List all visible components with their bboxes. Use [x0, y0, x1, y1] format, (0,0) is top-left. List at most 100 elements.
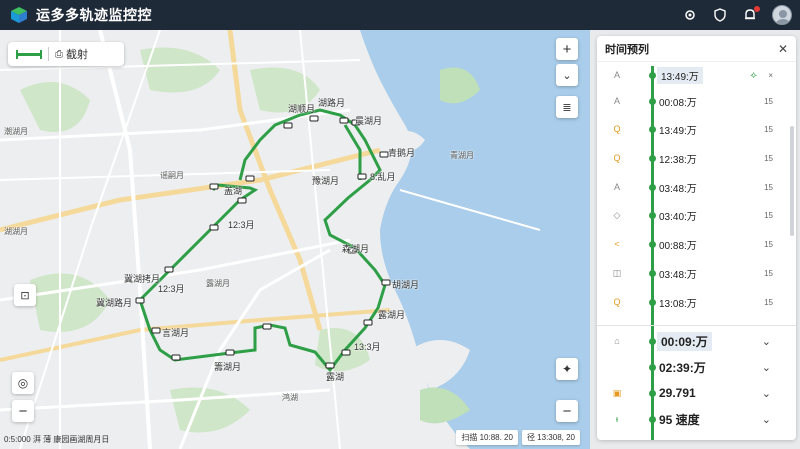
map-tool-button[interactable]: ⊡: [14, 284, 36, 306]
map-label: 胡湖月: [392, 280, 420, 290]
layers-button[interactable]: ≣: [556, 96, 578, 118]
layers-icon: ≣: [562, 101, 572, 114]
detail-row[interactable]: ▣ 29.791 ⌄: [597, 380, 787, 406]
event-icon: A: [613, 70, 620, 80]
map-label: 言湖月: [162, 328, 190, 338]
chevron-down-icon[interactable]: ⌄: [762, 335, 771, 348]
map-label: 谣嗣月: [160, 171, 184, 180]
event-time: 00:88:万: [659, 240, 697, 252]
map-label: 8:乱月: [370, 172, 396, 182]
settings-icon[interactable]: [682, 7, 698, 23]
detail-value: 02:39:万: [659, 360, 706, 375]
map-label: 晨湖月: [355, 116, 383, 126]
event-time: 12:38:万: [659, 154, 697, 166]
event-count: 15: [764, 96, 773, 106]
map-label: 湖路月: [318, 98, 346, 108]
event-count: 15: [764, 182, 773, 192]
app-logo-icon: [11, 7, 27, 23]
chevron-down-icon[interactable]: ⌄: [762, 387, 771, 400]
panel-scrollbar[interactable]: [790, 126, 794, 236]
compass-icon: ✦: [561, 362, 573, 376]
map-label: 青鹅月: [388, 148, 416, 158]
map-attribution: 0:5:000 湃 薄 康园画湖周月日: [4, 435, 110, 444]
diamond-icon: ◇: [613, 209, 621, 220]
timeline-row[interactable]: A 00:08:万 15: [597, 88, 787, 114]
detail-value: 29.791: [659, 386, 696, 400]
map-view[interactable]: ⎙ 截射 湖顺月 湖路月 晨湖月 青鹅月 豫湖月 8:乱月 盖湖 12:3月 冀…: [0, 30, 590, 449]
notification-dot: [754, 6, 760, 12]
chip-label: 截射: [66, 49, 88, 61]
tool-icon: ⊡: [20, 289, 30, 302]
timeline-row[interactable]: A 13:49:万 ⟡ ×: [597, 62, 787, 88]
collapse-button[interactable]: ⌄: [556, 64, 578, 86]
timeline-row[interactable]: ◇ 03:40:万 15: [597, 202, 787, 228]
zoom-in-button[interactable]: +: [556, 38, 578, 60]
chevron-down-icon[interactable]: ⌄: [762, 413, 771, 426]
timeline-row[interactable]: A 03:48:万 15: [597, 174, 787, 200]
search-icon: Q: [613, 297, 621, 307]
timeline-row[interactable]: ◫ 03:48:万 15: [597, 260, 787, 286]
map-label: 露湖月: [206, 279, 230, 288]
map-label: 露湖月: [378, 310, 406, 320]
event-count: 15: [764, 210, 773, 220]
map-label: 湖湖月: [4, 227, 28, 236]
timeline-panel: 时间预列 ✕ A 13:49:万 ⟡ × A 00:08:万 15 Q 13:4…: [597, 36, 796, 440]
event-count: 15: [764, 239, 773, 249]
event-time: 13:49:万: [659, 125, 697, 137]
timeline-row[interactable]: Q 13:08:万 15: [597, 289, 787, 315]
compass-button[interactable]: ✦: [556, 358, 578, 380]
map-label: 露湖: [326, 372, 345, 382]
panel-title: 时间预列: [605, 43, 649, 56]
timeline-row[interactable]: Q 12:38:万 15: [597, 145, 787, 171]
map-label: 13:3月: [354, 342, 381, 352]
map-label: 12:3月: [228, 220, 255, 230]
app-title: 运多多轨迹监控控: [36, 7, 152, 23]
detail-row[interactable]: ⌂ 00:09:万 ⌄: [597, 328, 787, 354]
timeline-row[interactable]: < 00:88:万 15: [597, 231, 787, 257]
map-label: 冀湖路月: [96, 298, 133, 308]
detail-row[interactable]: ᵼ 95 速度 ⌄: [597, 406, 787, 432]
search-icon: Q: [613, 124, 621, 134]
zoom-out-button-left[interactable]: −: [12, 400, 34, 422]
row-close-icon[interactable]: ×: [768, 71, 773, 80]
card-icon: ▣: [612, 387, 622, 398]
event-time: 03:48:万: [659, 269, 697, 281]
timeline-row[interactable]: Q 13:49:万 15: [597, 116, 787, 142]
shield-icon[interactable]: [712, 7, 728, 23]
map-label: 豫湖月: [312, 176, 340, 186]
map-label: 12:3月: [158, 284, 185, 294]
event-icon: A: [613, 182, 620, 192]
user-avatar[interactable]: [772, 5, 792, 25]
route-line-icon: [16, 49, 42, 59]
map-label: 潮湖月: [4, 127, 28, 136]
minus-icon: −: [562, 402, 572, 420]
chevron-down-icon: ⌄: [562, 69, 572, 82]
detail-value: 95 速度: [659, 412, 700, 427]
map-label: 青湖月: [450, 151, 474, 160]
search-icon: Q: [613, 153, 621, 163]
coord-status: 径 13:308, 20: [521, 430, 580, 445]
map-label: 森湖月: [342, 244, 370, 254]
minus-icon: −: [18, 402, 28, 420]
map-label: 鸿湖: [282, 393, 298, 402]
route-filter-chip[interactable]: ⎙ 截射: [8, 42, 124, 66]
event-time: 03:40:万: [659, 211, 697, 223]
home-icon: ⌂: [614, 336, 620, 346]
top-bar: 运多多轨迹监控控: [0, 0, 800, 30]
close-icon[interactable]: ✕: [778, 42, 788, 56]
pin-icon[interactable]: ⟡: [750, 70, 757, 81]
chevron-down-icon[interactable]: ⌄: [762, 361, 771, 374]
detail-row[interactable]: 02:39:万 ⌄: [597, 354, 787, 380]
event-icon: A: [613, 96, 620, 106]
back-icon: <: [614, 239, 620, 249]
bell-icon[interactable]: [742, 6, 760, 23]
speed-icon: ᵼ: [616, 414, 618, 424]
window-icon: ◫: [612, 267, 622, 278]
locate-button[interactable]: ◎: [12, 372, 34, 394]
event-count: 15: [764, 153, 773, 163]
scan-status: 扫描 10:88. 20: [456, 430, 518, 445]
event-count: 15: [764, 297, 773, 307]
zoom-out-button[interactable]: −: [556, 400, 578, 422]
map-label: 盖湖: [224, 186, 243, 196]
event-time: 00:08:万: [659, 97, 697, 109]
